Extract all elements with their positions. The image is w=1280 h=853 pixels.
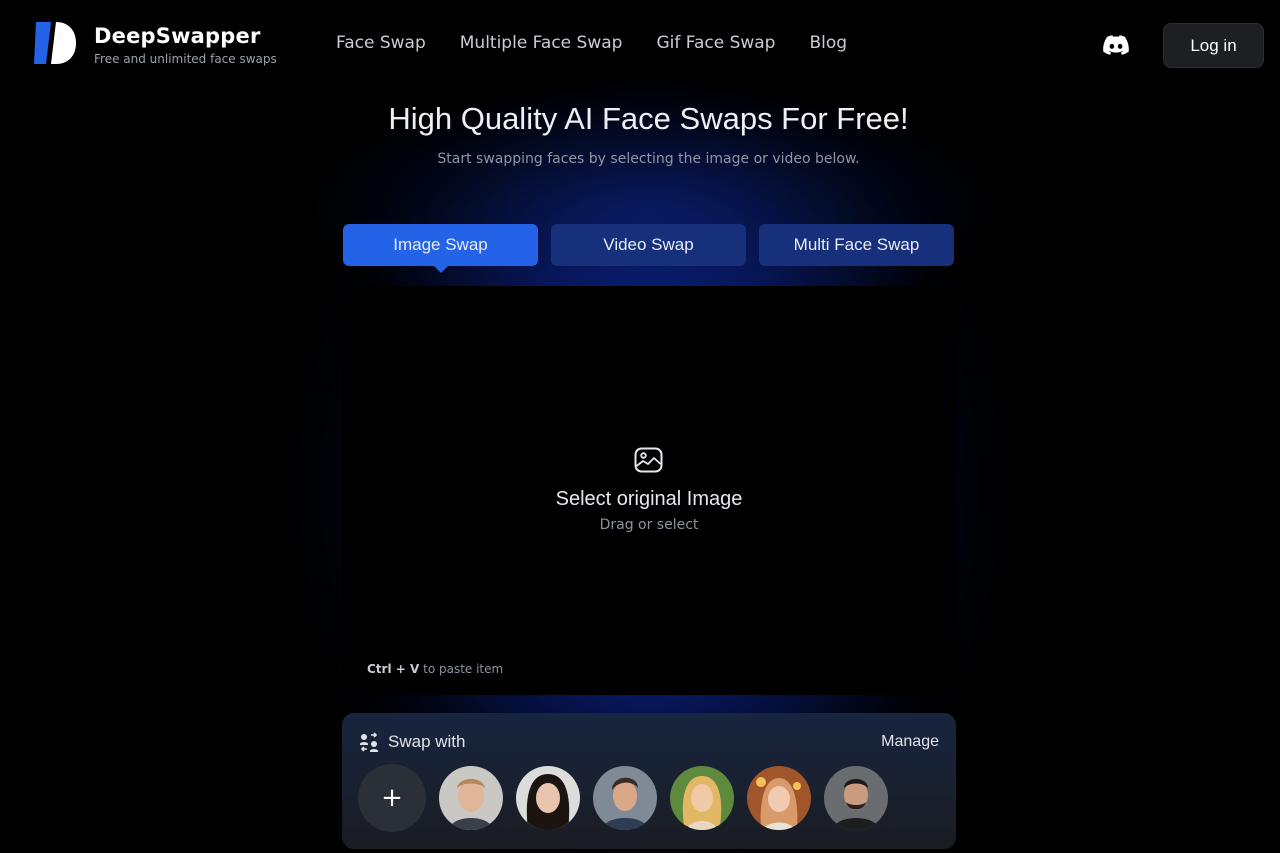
tab-video-swap[interactable]: Video Swap: [551, 224, 746, 266]
nav-multiple-face-swap[interactable]: Multiple Face Swap: [460, 33, 623, 53]
swap-type-tabs: Image Swap Video Swap Multi Face Swap: [343, 224, 954, 273]
face-avatar-3[interactable]: [593, 766, 657, 830]
site-header: DeepSwapper Free and unlimited face swap…: [0, 0, 1280, 90]
upload-title: Select original Image: [555, 488, 743, 510]
discord-icon[interactable]: [1103, 35, 1129, 55]
login-button[interactable]: Log in: [1163, 23, 1264, 68]
nav-gif-face-swap[interactable]: Gif Face Swap: [656, 33, 775, 53]
nav-face-swap[interactable]: Face Swap: [336, 33, 426, 53]
tab-multi-face-swap[interactable]: Multi Face Swap: [759, 224, 954, 266]
paste-hint: Ctrl + V to paste item: [367, 662, 503, 676]
main-nav: Face Swap Multiple Face Swap Gif Face Sw…: [336, 33, 847, 53]
image-icon: [634, 447, 663, 473]
face-avatar-5[interactable]: [747, 766, 811, 830]
brand-tagline: Free and unlimited face swaps: [94, 52, 277, 66]
swap-with-title: Swap with: [388, 732, 466, 751]
face-avatar-1[interactable]: [439, 766, 503, 830]
upload-dropzone[interactable]: Select original Image Drag or select Ctr…: [342, 286, 956, 695]
upload-subtitle: Drag or select: [599, 517, 699, 533]
face-avatar-2[interactable]: [516, 766, 580, 830]
tab-image-swap[interactable]: Image Swap: [343, 224, 538, 273]
manage-faces-link[interactable]: Manage: [881, 733, 939, 751]
hero-title: High Quality AI Face Swaps For Free!: [388, 101, 909, 136]
brand-name[interactable]: DeepSwapper: [94, 24, 261, 48]
face-avatar-4[interactable]: [670, 766, 734, 830]
nav-blog[interactable]: Blog: [809, 33, 847, 53]
face-avatar-6[interactable]: [824, 766, 888, 830]
face-list: +: [358, 764, 888, 832]
paste-text: to paste item: [423, 662, 504, 676]
paste-shortcut: Ctrl + V: [367, 662, 420, 676]
hero-subtitle: Start swapping faces by selecting the im…: [437, 151, 860, 167]
add-face-button[interactable]: +: [358, 764, 426, 832]
swap-with-panel: Swap with Manage +: [342, 713, 956, 849]
deepswapper-logo-icon[interactable]: [34, 22, 76, 64]
swap-faces-icon: [360, 732, 378, 752]
